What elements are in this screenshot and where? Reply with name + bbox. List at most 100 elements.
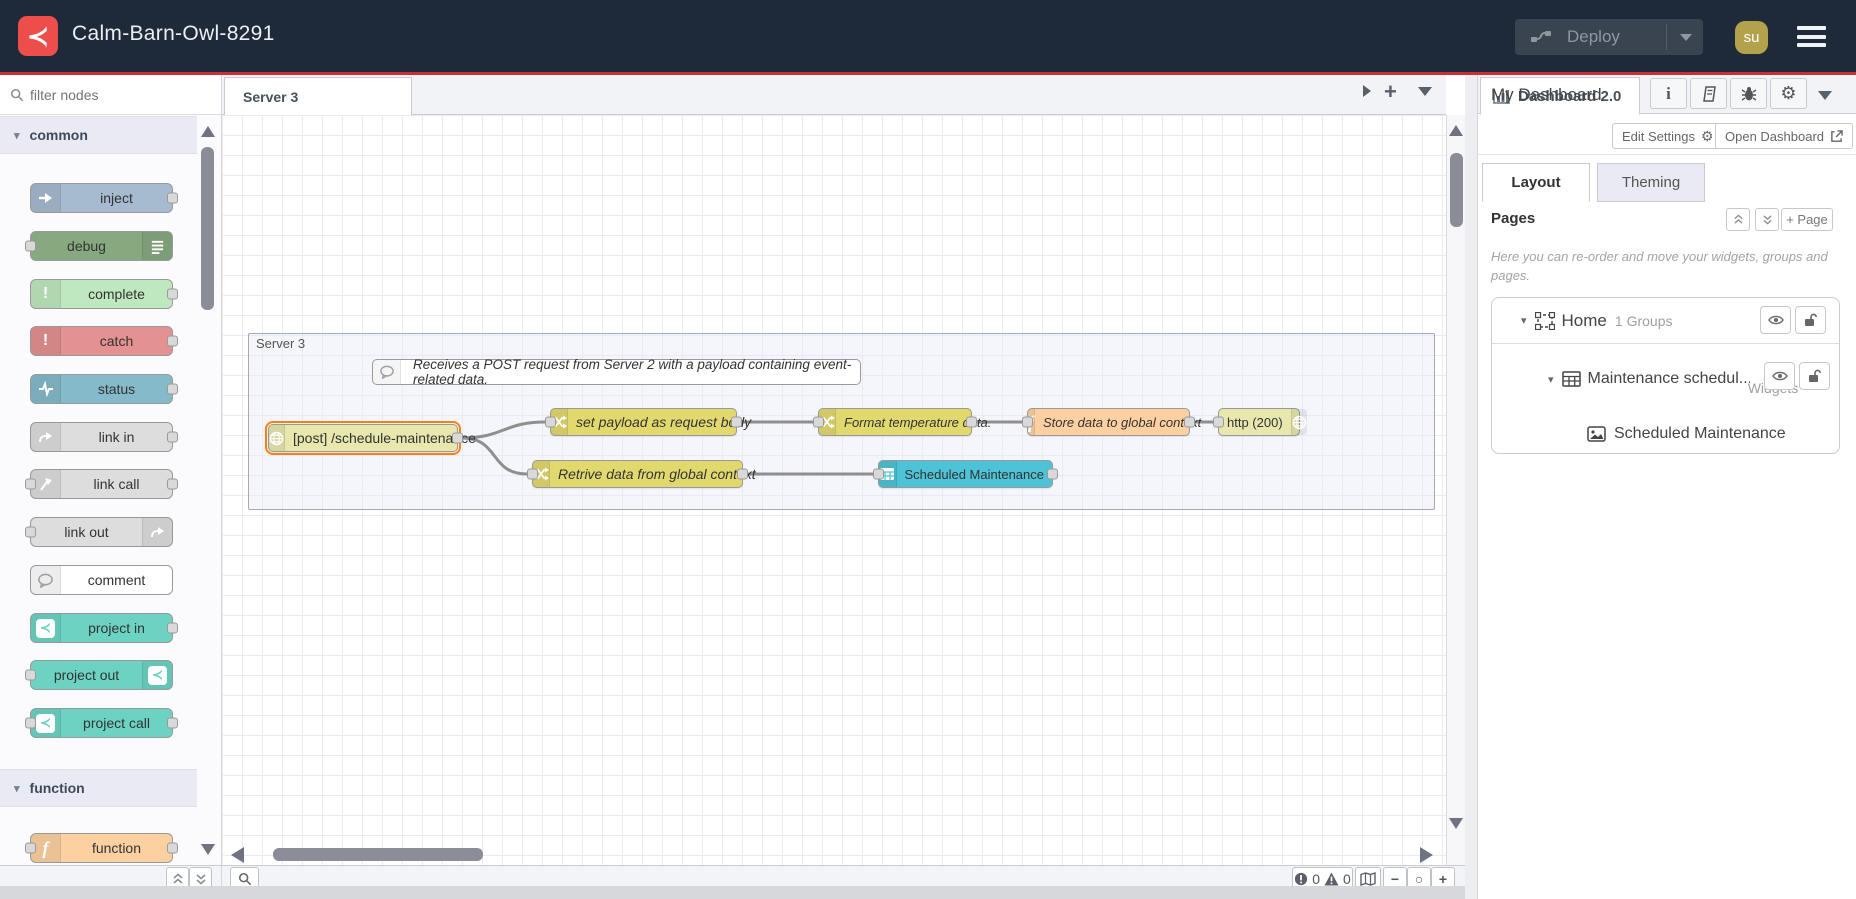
palette-node-status[interactable]: status: [30, 374, 178, 404]
output-port[interactable]: [1184, 416, 1195, 428]
move-page-up-button[interactable]: [1726, 208, 1750, 231]
tree-row-group-maintenance[interactable]: ▾ Maintenance schedul... 1 Widgets: [1492, 345, 1839, 413]
settings-tab-button[interactable]: ⚙: [1770, 78, 1807, 109]
lock-toggle-button[interactable]: [1795, 306, 1826, 334]
sidebar-resize-handle[interactable]: [1465, 75, 1478, 899]
debug-tab-button[interactable]: [1730, 78, 1767, 109]
input-port[interactable]: [25, 669, 36, 681]
open-dashboard-button[interactable]: Open Dashboard: [1715, 123, 1854, 149]
output-port[interactable]: [731, 416, 742, 428]
palette-node-link-in[interactable]: link in: [30, 422, 178, 452]
debug-icon: [142, 232, 172, 260]
tab-scroll-right-icon[interactable]: [1361, 83, 1373, 99]
http-in-node[interactable]: [post] /schedule-maintenance: [265, 421, 476, 455]
output-port[interactable]: [167, 431, 178, 443]
toggle-visibility-button[interactable]: [1764, 362, 1795, 390]
deploy-options-chevron-down-icon[interactable]: [1680, 34, 1692, 41]
change-node-format-temperature[interactable]: Format temperature data.: [813, 408, 991, 436]
page-icon: [1534, 311, 1555, 330]
palette-scroll-up-icon[interactable]: [201, 126, 215, 137]
palette-category-common[interactable]: ▾ common: [0, 116, 197, 154]
deploy-button[interactable]: Deploy: [1515, 19, 1703, 55]
palette-node-catch[interactable]: ! catch: [30, 326, 178, 356]
palette-node-link-out[interactable]: link out: [25, 517, 173, 547]
http-response-node[interactable]: http (200): [1213, 408, 1307, 436]
palette-node-project-out[interactable]: project out ≺: [25, 660, 173, 690]
function-node-store-data[interactable]: f Store data to global context: [1022, 408, 1201, 436]
input-port[interactable]: [1213, 416, 1224, 428]
canvas-scroll-down-icon[interactable]: [1449, 818, 1463, 829]
edit-settings-button[interactable]: Edit Settings ⚙: [1612, 123, 1724, 149]
bug-icon: [1741, 86, 1756, 101]
canvas-scroll-right-icon[interactable]: [1420, 847, 1433, 863]
help-tab-button[interactable]: [1690, 78, 1727, 109]
output-port[interactable]: [1047, 468, 1058, 480]
flow-canvas[interactable]: Server 3 Receives a POST request from Se…: [222, 115, 1446, 865]
move-page-down-button[interactable]: [1755, 208, 1779, 231]
palette-node-comment[interactable]: comment: [30, 565, 173, 595]
link-in-icon: [31, 423, 61, 451]
input-port[interactable]: [813, 416, 824, 428]
tab-theming[interactable]: Theming: [1597, 163, 1705, 202]
input-port[interactable]: [25, 478, 36, 490]
add-flow-button[interactable]: +: [1384, 79, 1397, 105]
main-menu-button[interactable]: [1797, 26, 1826, 47]
warning-count: 0: [1343, 870, 1351, 887]
page-meta: 1 Groups: [1614, 312, 1673, 329]
input-port[interactable]: [25, 717, 36, 729]
input-port[interactable]: [25, 526, 36, 538]
input-port[interactable]: [873, 468, 884, 480]
sidebar-collapse-chevron-down-icon[interactable]: [1818, 91, 1832, 100]
canvas-scroll-up-icon[interactable]: [1449, 125, 1463, 136]
canvas-hscrollbar-thumb[interactable]: [273, 848, 483, 861]
output-port[interactable]: [167, 383, 178, 395]
palette-node-project-in[interactable]: ≺ project in: [30, 613, 178, 643]
flow-list-chevron-down-icon[interactable]: [1418, 87, 1432, 96]
ui-table-node[interactable]: Scheduled Maintenance: [873, 460, 1058, 488]
user-avatar[interactable]: su: [1735, 21, 1768, 54]
tree-row-page-home[interactable]: ▾ Home 1 Groups: [1492, 298, 1839, 344]
palette-node-link-call[interactable]: link call: [25, 469, 178, 499]
toggle-visibility-button[interactable]: [1760, 306, 1791, 334]
output-port[interactable]: [452, 432, 463, 444]
palette-scroll-down-icon[interactable]: [201, 844, 215, 855]
comment-node[interactable]: Receives a POST request from Server 2 wi…: [372, 357, 861, 387]
lock-toggle-button[interactable]: [1799, 362, 1830, 390]
palette-node-inject[interactable]: inject: [30, 183, 178, 213]
palette-node-project-call[interactable]: ≺ project call: [25, 708, 178, 738]
output-port[interactable]: [737, 468, 748, 480]
palette-scrollbar-thumb[interactable]: [201, 147, 214, 310]
palette-category-function[interactable]: ▾ function: [0, 769, 197, 807]
output-port[interactable]: [167, 288, 178, 300]
palette-filter-input[interactable]: [30, 86, 180, 103]
input-port[interactable]: [1022, 416, 1033, 428]
search-icon: [238, 872, 251, 885]
add-page-button[interactable]: + Page: [1781, 208, 1833, 231]
tree-row-widget-scheduled-maintenance[interactable]: Scheduled Maintenance: [1492, 413, 1839, 455]
palette-node-debug[interactable]: debug: [25, 231, 173, 261]
canvas-scroll-left-icon[interactable]: [231, 847, 244, 863]
info-tab-button[interactable]: i: [1650, 78, 1687, 109]
output-port[interactable]: [167, 842, 178, 854]
palette-node-complete[interactable]: ! complete: [30, 279, 178, 309]
tab-layout[interactable]: Layout: [1482, 163, 1590, 202]
node-palette: ▾ common inject debug ! complete ! catch…: [0, 75, 222, 865]
palette-filter[interactable]: [0, 75, 221, 115]
canvas-vscrollbar-thumb[interactable]: [1450, 153, 1463, 227]
input-port[interactable]: [25, 842, 36, 854]
output-port[interactable]: [167, 717, 178, 729]
output-port[interactable]: [167, 335, 178, 347]
output-port[interactable]: [167, 192, 178, 204]
output-port[interactable]: [966, 416, 977, 428]
output-port[interactable]: [167, 478, 178, 490]
flow-tab-server3[interactable]: Server 3: [224, 77, 412, 115]
input-port[interactable]: [545, 416, 556, 428]
flow-tab-bar: Server 3 +: [222, 75, 1446, 115]
change-node-set-payload[interactable]: set payload as request body: [545, 408, 751, 436]
unlock-icon: [1809, 369, 1821, 382]
change-node-retrieve-data[interactable]: Retrive data from global context: [527, 460, 756, 488]
input-port[interactable]: [527, 468, 538, 480]
palette-node-function[interactable]: f function: [25, 833, 178, 863]
output-port[interactable]: [167, 622, 178, 634]
input-port[interactable]: [25, 240, 36, 252]
